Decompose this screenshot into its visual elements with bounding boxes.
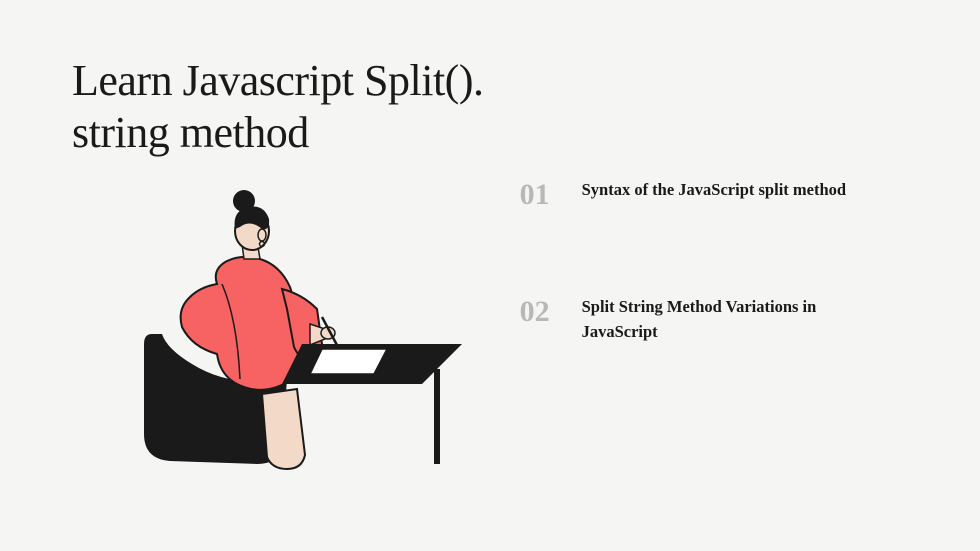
hair-bun: [233, 190, 255, 212]
page-title: Learn Javascript Split(). string method: [72, 55, 510, 159]
desk-leg: [434, 369, 440, 464]
toc-item-1: 01 Syntax of the JavaScript split method: [520, 178, 900, 210]
illustration-svg: [122, 189, 472, 479]
toc-text: Split String Method Variations in JavaSc…: [582, 295, 852, 345]
person-writing-illustration: [122, 189, 510, 484]
leg-shape: [262, 389, 305, 469]
toc-item-2: 02 Split String Method Variations in Jav…: [520, 295, 900, 345]
toc-text: Syntax of the JavaScript split method: [582, 178, 846, 203]
left-column: Learn Javascript Split(). string method: [0, 0, 510, 551]
ear: [258, 229, 266, 241]
toc-number: 02: [520, 295, 582, 327]
right-column: 01 Syntax of the JavaScript split method…: [510, 0, 980, 551]
paper: [310, 349, 387, 374]
slide-container: Learn Javascript Split(). string method: [0, 0, 980, 551]
toc-number: 01: [520, 178, 582, 210]
